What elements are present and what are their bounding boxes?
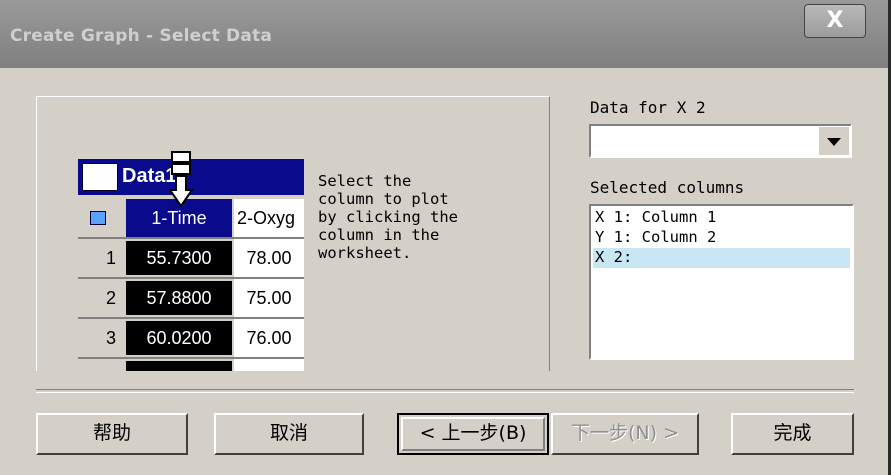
instruction-text: Select the column to plot by clicking th… [318,172,458,262]
list-item[interactable]: X 1: Column 1 [593,208,850,228]
row-number: 2 [78,279,124,317]
finish-button[interactable]: 完成 [731,413,854,455]
chevron-down-icon [827,138,841,146]
dialog-window: Create Graph - Select Data X Data1* 1-Ti… [0,0,891,475]
cell-oxygen[interactable]: 76.00 [234,319,304,357]
cell-time[interactable]: 55.7300 [126,241,232,275]
column-select-cursor-icon [168,151,194,208]
cell-oxygen[interactable]: 75.00 [234,279,304,317]
row-number: 3 [78,319,124,357]
back-button-label: < 上一步(B) [419,422,527,444]
help-button[interactable]: 帮助 [36,413,188,455]
title-bar[interactable]: Create Graph - Select Data X [0,0,888,68]
window-title: Create Graph - Select Data [10,26,273,46]
table-row: 3 60.0200 76.00 [78,319,304,357]
selected-columns-label: Selected columns [590,178,745,197]
close-button[interactable]: X [804,4,866,38]
data-for-label: Data for X 2 [590,98,706,117]
back-button[interactable]: < 上一步(B) [397,413,549,455]
list-item[interactable]: Y 1: Column 2 [593,228,850,248]
list-item-selected[interactable]: X 2: [593,248,850,268]
data-for-dropdown[interactable] [589,124,852,158]
dropdown-button[interactable] [819,127,849,155]
table-row: 4 62.4300 73.00 [78,359,304,371]
cell-time[interactable]: 60.0200 [126,321,232,355]
worksheet-corner[interactable] [78,199,124,237]
row-number: 4 [78,359,124,371]
next-button[interactable]: 下一步(N) > [551,413,699,455]
worksheet-icon [82,163,118,191]
cancel-button[interactable]: 取消 [214,413,364,455]
selected-columns-list[interactable]: X 1: Column 1 Y 1: Column 2 X 2: [589,204,854,360]
table-row: 1 55.7300 78.00 [78,239,304,277]
cell-oxygen[interactable]: 78.00 [234,239,304,277]
column-header-oxygen[interactable]: 2-Oxyg [234,199,304,237]
grid-icon [90,211,106,225]
row-number: 1 [78,239,124,277]
table-row: 2 57.8800 75.00 [78,279,304,317]
separator [36,389,854,393]
cell-time[interactable]: 57.8800 [126,281,232,315]
cell-oxygen[interactable]: 73.00 [234,359,304,371]
cell-time[interactable]: 62.4300 [126,361,232,371]
